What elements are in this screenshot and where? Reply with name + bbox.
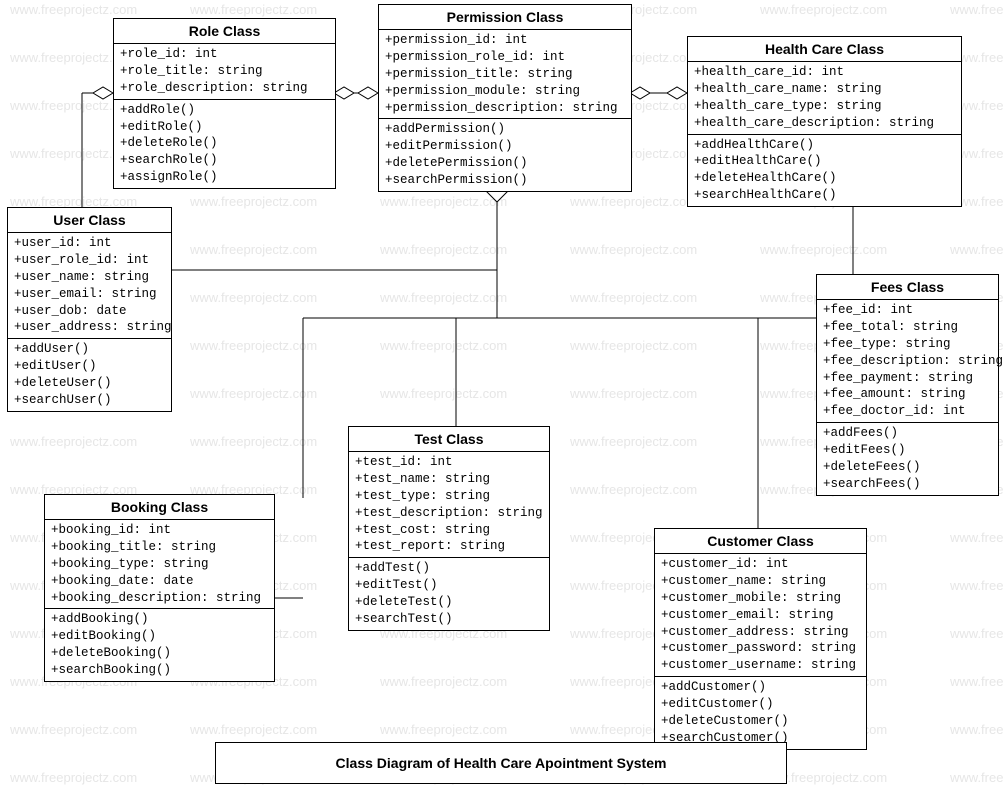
class-title: Health Care Class <box>688 37 961 62</box>
diagram-caption: Class Diagram of Health Care Apointment … <box>215 742 787 784</box>
class-title: User Class <box>8 208 171 233</box>
class-title: Test Class <box>349 427 549 452</box>
class-user: User Class +user_id: int +user_role_id: … <box>7 207 172 412</box>
class-customer: Customer Class +customer_id: int +custom… <box>654 528 867 750</box>
ops: +addFees() +editFees() +deleteFees() +se… <box>817 423 998 495</box>
class-booking: Booking Class +booking_id: int +booking_… <box>44 494 275 682</box>
ops: +addBooking() +editBooking() +deleteBook… <box>45 609 274 681</box>
attrs: +health_care_id: int +health_care_name: … <box>688 62 961 135</box>
attrs: +booking_id: int +booking_title: string … <box>45 520 274 609</box>
class-test: Test Class +test_id: int +test_name: str… <box>348 426 550 631</box>
class-title: Customer Class <box>655 529 866 554</box>
ops: +addPermission() +editPermission() +dele… <box>379 119 631 191</box>
attrs: +permission_id: int +permission_role_id:… <box>379 30 631 119</box>
attrs: +role_id: int +role_title: string +role_… <box>114 44 335 100</box>
ops: +addHealthCare() +editHealthCare() +dele… <box>688 135 961 207</box>
ops: +addCustomer() +editCustomer() +deleteCu… <box>655 677 866 749</box>
class-fees: Fees Class +fee_id: int +fee_total: stri… <box>816 274 999 496</box>
ops: +addTest() +editTest() +deleteTest() +se… <box>349 558 549 630</box>
attrs: +user_id: int +user_role_id: int +user_n… <box>8 233 171 339</box>
attrs: +customer_id: int +customer_name: string… <box>655 554 866 677</box>
class-role: Role Class +role_id: int +role_title: st… <box>113 18 336 189</box>
class-healthcare: Health Care Class +health_care_id: int +… <box>687 36 962 207</box>
class-title: Booking Class <box>45 495 274 520</box>
ops: +addRole() +editRole() +deleteRole() +se… <box>114 100 335 188</box>
class-title: Fees Class <box>817 275 998 300</box>
ops: +addUser() +editUser() +deleteUser() +se… <box>8 339 171 411</box>
class-permission: Permission Class +permission_id: int +pe… <box>378 4 632 192</box>
class-title: Permission Class <box>379 5 631 30</box>
attrs: +test_id: int +test_name: string +test_t… <box>349 452 549 558</box>
attrs: +fee_id: int +fee_total: string +fee_typ… <box>817 300 998 423</box>
class-title: Role Class <box>114 19 335 44</box>
